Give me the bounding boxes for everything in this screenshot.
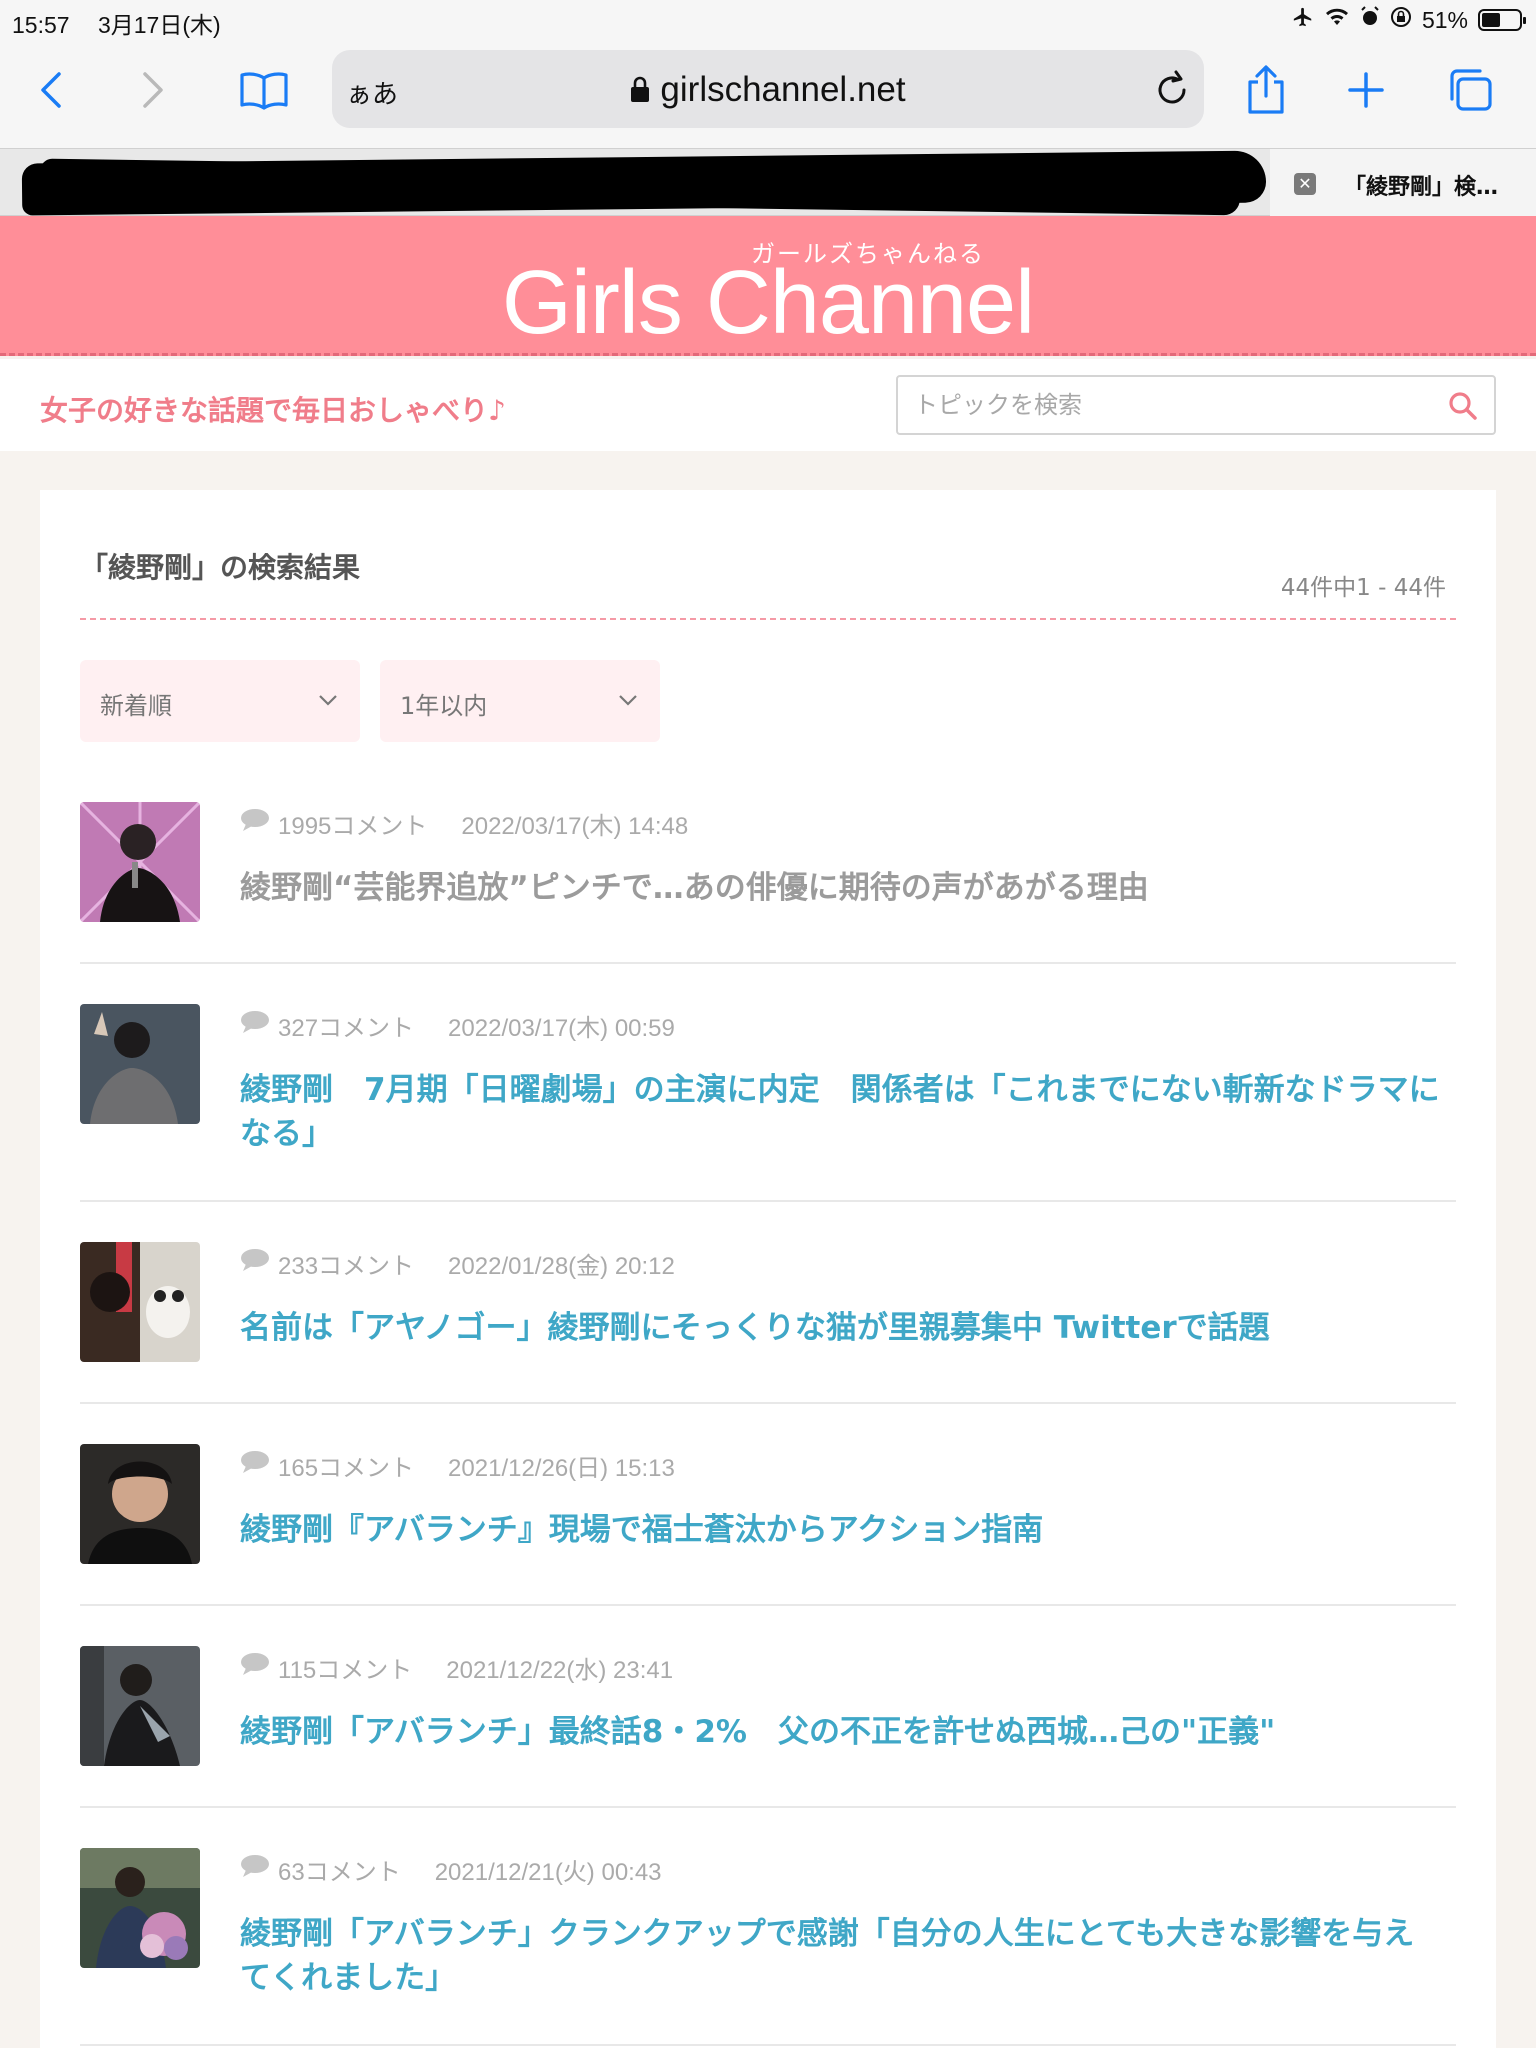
site-header: ガールズちゃんねる Girls Channel <box>0 216 1536 356</box>
results-count: 44件中1 - 44件 <box>1280 575 1446 601</box>
comment-bubble-icon <box>240 1010 270 1041</box>
topic-date: 2021/12/26(日) 15:13 <box>448 1455 675 1482</box>
topic-list-item[interactable]: 165コメント 2021/12/26(日) 15:13 綾野剛『アバランチ』現場… <box>80 1444 1456 1606</box>
comment-bubble-icon <box>240 1854 270 1885</box>
topic-date: 2022/03/17(木) 00:59 <box>448 1015 675 1042</box>
back-button[interactable] <box>22 60 82 120</box>
period-select[interactable]: 1年以内 <box>380 660 660 742</box>
topic-comment-count: 63コメント <box>278 1859 401 1886</box>
topic-thumbnail[interactable] <box>80 1242 200 1362</box>
site-logo[interactable]: Girls Channel <box>0 252 1536 355</box>
battery-icon <box>1478 9 1526 31</box>
topic-comment-count: 165コメント <box>278 1455 415 1482</box>
active-tab-title: 「綾野剛」検… <box>1344 175 1499 200</box>
active-tab[interactable]: ✕ 「綾野剛」検… <box>1270 149 1536 217</box>
chevron-down-icon <box>318 692 338 711</box>
browser-toolbar: ぁあ girlschannel.net <box>0 40 1536 148</box>
lock-icon <box>630 72 650 112</box>
topic-title-link[interactable]: 名前は「アヤノゴー」綾野剛にそっくりな猫が里親募集中 Twitterで話題 <box>240 1306 1440 1350</box>
dashed-divider <box>80 618 1456 620</box>
share-icon[interactable] <box>1236 60 1296 120</box>
status-time: 15:57 <box>12 12 70 38</box>
bookmarks-icon[interactable] <box>234 60 294 120</box>
tabs-overview-icon[interactable] <box>1440 60 1500 120</box>
url-text: girlschannel.net <box>660 70 906 109</box>
battery-percent: 51% <box>1421 6 1468 33</box>
topic-thumbnail[interactable] <box>80 802 200 922</box>
tab-strip: ✕ 「綾野剛」検… <box>0 148 1536 217</box>
topic-date: 2021/12/22(水) 23:41 <box>446 1657 674 1684</box>
new-tab-icon[interactable] <box>1336 60 1396 120</box>
results-heading: 「綾野剛」の検索結果 <box>80 551 361 584</box>
alarm-icon <box>1360 6 1380 34</box>
sort-select[interactable]: 新着順 <box>80 660 360 742</box>
rotation-lock-icon <box>1390 6 1412 34</box>
comment-bubble-icon <box>240 1450 270 1481</box>
topic-title-link[interactable]: 綾野剛“芸能界追放”ピンチで…あの俳優に期待の声があがる理由 <box>240 866 1440 910</box>
topic-comment-count: 1995コメント <box>278 813 428 840</box>
search-icon[interactable] <box>1448 391 1478 425</box>
sort-select-value: 新着順 <box>100 692 172 720</box>
topic-list-item[interactable]: 1995コメント 2022/03/17(木) 14:48 綾野剛“芸能界追放”ピ… <box>80 802 1456 964</box>
topic-date: 2021/12/21(火) 00:43 <box>434 1859 662 1886</box>
reload-icon[interactable] <box>1154 68 1190 112</box>
topic-thumbnail[interactable] <box>80 1004 200 1124</box>
topic-search-box <box>896 375 1496 435</box>
forward-button[interactable] <box>122 60 182 120</box>
topic-list-item[interactable]: 327コメント 2022/03/17(木) 00:59 綾野剛 7月期「日曜劇場… <box>80 1004 1456 1202</box>
topic-comment-count: 233コメント <box>278 1253 415 1280</box>
topic-list-item[interactable]: 63コメント 2021/12/21(火) 00:43 綾野剛「アバランチ」クラン… <box>80 1848 1456 2046</box>
chevron-down-icon <box>618 692 638 711</box>
topic-list-item[interactable]: 115コメント 2021/12/22(水) 23:41 綾野剛「アバランチ」最終… <box>80 1646 1456 1808</box>
topic-date: 2022/03/17(木) 14:48 <box>461 813 689 840</box>
status-bar: 15:57 3月17日(木) 51% <box>0 0 1536 40</box>
topic-list-item[interactable]: 233コメント 2022/01/28(金) 20:12 名前は「アヤノゴー」綾野… <box>80 1242 1456 1404</box>
topic-comment-count: 327コメント <box>278 1015 415 1042</box>
topic-title-link[interactable]: 綾野剛 7月期「日曜劇場」の主演に内定 関係者は「これまでにない斬新なドラマにな… <box>240 1068 1440 1156</box>
sub-header: 女子の好きな話題で毎日おしゃべり♪ <box>0 359 1536 451</box>
comment-bubble-icon <box>240 808 270 839</box>
topic-search-input[interactable] <box>914 387 1434 423</box>
topic-thumbnail[interactable] <box>80 1444 200 1564</box>
site-tagline: 女子の好きな話題で毎日おしゃべり♪ <box>40 394 506 427</box>
topic-thumbnail[interactable] <box>80 1646 200 1766</box>
url-bar[interactable]: ぁあ girlschannel.net <box>332 50 1204 128</box>
comment-bubble-icon <box>240 1248 270 1279</box>
topic-title-link[interactable]: 綾野剛「アバランチ」最終話8・2% 父の不正を許せぬ西城…己の"正義" <box>240 1710 1440 1754</box>
airplane-icon <box>1292 6 1314 34</box>
topic-thumbnail[interactable] <box>80 1848 200 1968</box>
topic-date: 2022/01/28(金) 20:12 <box>448 1253 675 1280</box>
tab-close-icon[interactable]: ✕ <box>1294 173 1316 195</box>
comment-bubble-icon <box>240 1652 270 1683</box>
topic-comment-count: 115コメント <box>278 1657 413 1684</box>
topic-title-link[interactable]: 綾野剛『アバランチ』現場で福士蒼汰からアクション指南 <box>240 1508 1440 1552</box>
search-results-card: 「綾野剛」の検索結果 44件中1 - 44件 新着順 1年以内 1995コメント… <box>40 490 1496 2048</box>
status-date: 3月17日(木) <box>97 12 221 38</box>
wifi-icon <box>1324 6 1350 34</box>
topic-title-link[interactable]: 綾野剛「アバランチ」クランクアップで感謝「自分の人生にとても大きな影響を与えてく… <box>240 1912 1440 2000</box>
period-select-value: 1年以内 <box>400 692 488 720</box>
